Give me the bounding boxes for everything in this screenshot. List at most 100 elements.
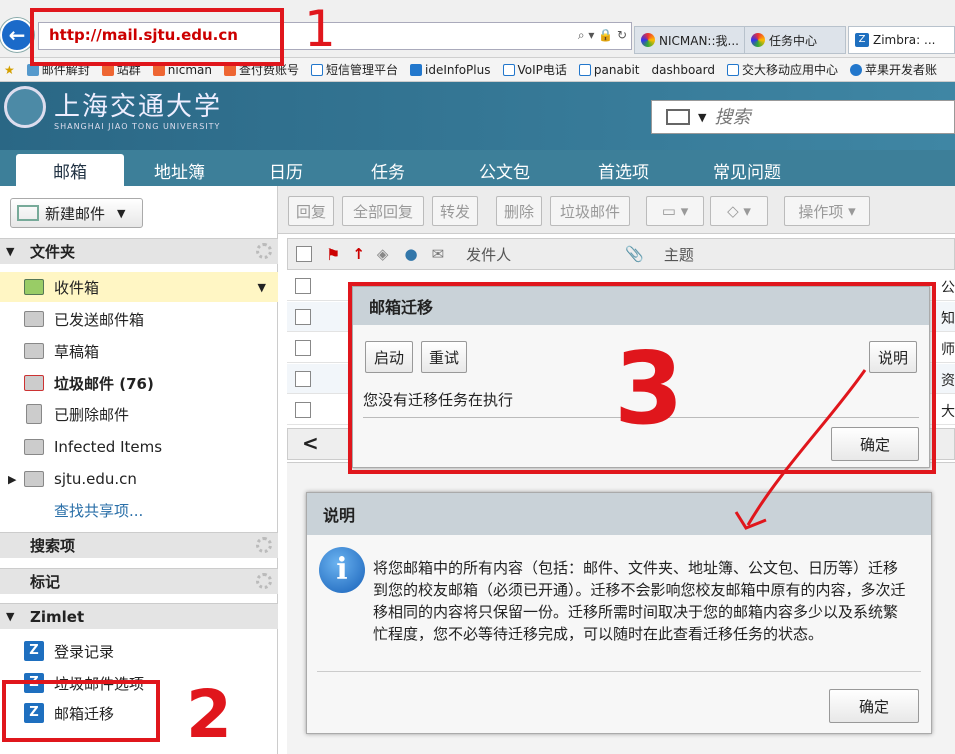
- row-subject-tail: 师: [941, 342, 955, 358]
- bookmark-item[interactable]: panabit: [578, 63, 640, 77]
- zimlet-login-log[interactable]: Z 登录记录: [0, 636, 278, 666]
- start-button[interactable]: 启动: [365, 341, 413, 373]
- search-box[interactable]: ▼: [651, 100, 955, 134]
- forward-button[interactable]: 转发: [432, 196, 478, 226]
- row-checkbox[interactable]: [295, 340, 311, 356]
- zimlet-z-icon: Z: [24, 641, 44, 661]
- folder-junk[interactable]: 垃圾邮件 (76): [0, 368, 278, 398]
- browser-tab-zimbra[interactable]: Z Zimbra: ...: [848, 26, 955, 54]
- retry-button[interactable]: 重试: [421, 341, 467, 373]
- actions-button[interactable]: 操作项 ▾: [784, 196, 870, 226]
- row-checkbox[interactable]: [295, 278, 311, 294]
- folders-heading-label: 文件夹: [30, 243, 76, 261]
- tab-mail[interactable]: 邮箱: [16, 154, 124, 186]
- bookmark-item[interactable]: dashboard: [652, 63, 715, 77]
- address-url: http://mail.sjtu.edu.cn: [49, 26, 238, 44]
- favorites-star-icon[interactable]: ★: [4, 63, 15, 77]
- help-ok-button[interactable]: 确定: [829, 689, 919, 723]
- attachment-icon[interactable]: 📎: [625, 245, 644, 263]
- chevron-down-icon[interactable]: ▼: [117, 207, 125, 220]
- spam-button[interactable]: 垃圾邮件: [550, 196, 630, 226]
- back-arrow-icon[interactable]: ←: [0, 18, 34, 52]
- folder-trash[interactable]: 已删除邮件: [0, 399, 278, 429]
- expand-arrow-icon[interactable]: ▶: [8, 473, 16, 486]
- info-icon: i: [319, 547, 365, 593]
- zimlet-label: 邮箱迁移: [54, 704, 115, 723]
- gear-icon[interactable]: [256, 243, 272, 259]
- annotation-arrow: [734, 369, 867, 530]
- bookmark-item[interactable]: 站群: [101, 61, 141, 78]
- folder-infected[interactable]: Infected Items: [0, 432, 278, 462]
- row-checkbox[interactable]: [295, 402, 311, 418]
- from-column-header[interactable]: 发件人: [466, 244, 511, 265]
- reply-button[interactable]: 回复: [288, 196, 334, 226]
- new-mail-button[interactable]: 新建邮件 ▼: [10, 198, 143, 228]
- tab-favicon-icon: [641, 33, 655, 47]
- reply-all-button[interactable]: 全部回复: [342, 196, 424, 226]
- app-header: 上海交通大学 SHANGHAI JIAO TONG UNIVERSITY ▼: [0, 82, 955, 150]
- tab-faq[interactable]: 常见问题: [683, 154, 811, 186]
- tab-briefcase[interactable]: 公文包: [449, 154, 568, 186]
- tab-favicon-icon: [751, 33, 765, 47]
- zimlet-label: 登录记录: [54, 642, 115, 661]
- row-subject-tail: 资: [941, 373, 955, 389]
- subject-column-header[interactable]: 主题: [664, 244, 694, 265]
- zimlet-mailbox-migration[interactable]: Z 邮箱迁移: [0, 698, 278, 728]
- collapse-arrow-icon[interactable]: ▼: [6, 245, 14, 258]
- chevron-down-icon[interactable]: ▼: [258, 281, 266, 294]
- row-checkbox[interactable]: [295, 309, 311, 325]
- flag-icon[interactable]: ⚑: [326, 245, 340, 264]
- row-subject-tail: 大: [941, 404, 955, 420]
- divider: [317, 671, 921, 672]
- bookmark-item[interactable]: ideInfoPlus: [410, 63, 491, 77]
- bookmark-item[interactable]: nicman: [152, 63, 212, 77]
- trash-icon: [26, 404, 42, 424]
- tag-button[interactable]: ◇ ▾: [710, 196, 768, 226]
- bookmark-item[interactable]: 交大移动应用中心: [726, 61, 838, 78]
- tab-label: 任务中心: [769, 33, 818, 48]
- inbox-icon: [24, 279, 44, 295]
- message-list-header: ⚑ ↑ ◈ ● ✉ 发件人 📎 主题: [287, 238, 955, 270]
- delete-button[interactable]: 删除: [496, 196, 542, 226]
- bookmark-item[interactable]: 邮件解封: [26, 61, 90, 78]
- folder-label: 已发送邮件箱: [54, 310, 145, 329]
- browser-tab-task-center[interactable]: 任务中心: [744, 26, 846, 54]
- row-checkbox[interactable]: [295, 371, 311, 387]
- row-subject-tail: 知: [941, 311, 955, 327]
- folder-inbox[interactable]: 收件箱 ▼: [0, 272, 278, 302]
- tab-preferences[interactable]: 首选项: [568, 154, 683, 186]
- gear-icon[interactable]: [256, 573, 272, 589]
- envelope-status-icon[interactable]: ✉: [432, 245, 445, 263]
- select-all-checkbox[interactable]: [296, 246, 312, 262]
- tag-column-icon[interactable]: ◈: [377, 245, 389, 263]
- folder-sjtu[interactable]: ▶ sjtu.edu.cn: [0, 464, 278, 494]
- zimlet-spam-options[interactable]: Z 垃圾邮件选项: [0, 668, 278, 698]
- priority-icon[interactable]: ↑: [352, 245, 365, 263]
- junk-folder-icon: [24, 375, 44, 391]
- folder-sent[interactable]: 已发送邮件箱: [0, 304, 278, 334]
- chevron-down-icon[interactable]: ▼: [698, 111, 706, 124]
- searches-heading[interactable]: 搜索项: [0, 532, 278, 558]
- folder-drafts[interactable]: 草稿箱: [0, 336, 278, 366]
- gear-icon[interactable]: [256, 537, 272, 553]
- scroll-left-icon[interactable]: <: [302, 431, 319, 455]
- folders-heading[interactable]: ▼ 文件夹: [0, 238, 278, 264]
- zimlet-heading-label: Zimlet: [30, 607, 85, 626]
- annotation-number-2: 2: [186, 676, 232, 753]
- unread-dot-icon[interactable]: ●: [404, 245, 417, 263]
- collapse-arrow-icon[interactable]: ▼: [6, 610, 14, 623]
- tab-tasks[interactable]: 任务: [341, 154, 449, 186]
- tags-heading[interactable]: 标记: [0, 568, 278, 594]
- find-shares-link[interactable]: 查找共享项...: [0, 495, 278, 525]
- move-folder-button[interactable]: ▭ ▾: [646, 196, 704, 226]
- zimlet-heading[interactable]: ▼ Zimlet: [0, 603, 278, 629]
- tab-contacts[interactable]: 地址簿: [124, 154, 229, 186]
- bookmark-item[interactable]: VoIP电话: [502, 61, 567, 78]
- address-tools-icon[interactable]: ⌕ ▾ 🔒 ↻: [578, 28, 627, 43]
- bookmark-item[interactable]: 苹果开发者账: [850, 61, 937, 78]
- bookmark-item[interactable]: 短信管理平台: [311, 61, 398, 78]
- search-input[interactable]: [714, 106, 935, 128]
- bookmark-item[interactable]: 查付费账号: [223, 61, 299, 78]
- tab-calendar[interactable]: 日历: [229, 154, 341, 186]
- envelope-icon[interactable]: [666, 109, 690, 125]
